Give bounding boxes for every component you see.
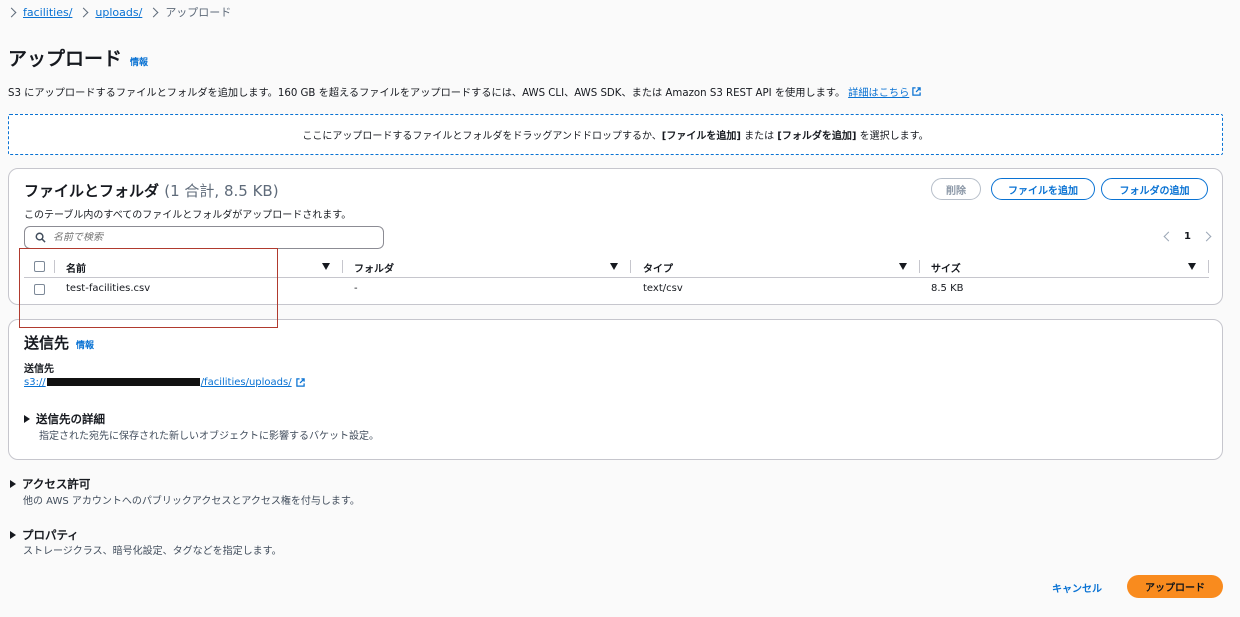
sort-icon[interactable]	[610, 263, 618, 270]
files-title-text: ファイルとフォルダ	[24, 182, 160, 200]
pagination: 1	[1163, 231, 1212, 242]
permissions-toggle[interactable]: アクセス許可	[10, 476, 90, 492]
page-number[interactable]: 1	[1184, 231, 1191, 242]
caret-right-icon	[10, 531, 16, 539]
properties-desc: ストレージクラス、暗号化設定、タグなどを指定します。	[23, 546, 282, 557]
file-dropzone[interactable]: ここにアップロードするファイルとフォルダをドラッグアンドドロップするか、 [ファ…	[8, 114, 1223, 155]
info-link[interactable]: 情報	[130, 55, 148, 68]
chevron-right-icon	[78, 7, 89, 17]
url-prefix: s3://	[24, 377, 46, 388]
column-header-size[interactable]: サイズ	[931, 260, 961, 275]
delete-button[interactable]: 削除	[931, 178, 981, 200]
files-panel-title: ファイルとフォルダ (1 合計, 8.5 KB)	[24, 180, 279, 201]
column-separator	[342, 260, 343, 273]
breadcrumb-current: アップロード	[165, 6, 232, 19]
dropzone-text: ここにアップロードするファイルとフォルダをドラッグアンドドロップするか、	[302, 131, 662, 142]
learn-more-link[interactable]: 詳細はこちら	[848, 84, 909, 99]
properties-toggle[interactable]: プロパティ	[10, 527, 79, 543]
dropzone-add-files: [ファイルを追加]	[661, 131, 741, 142]
page-title-row: アップロード 情報	[8, 44, 148, 71]
permissions-desc: 他の AWS アカウントへのパブリックアクセスとアクセス権を付与します。	[23, 496, 360, 507]
add-files-button[interactable]: ファイルを追加	[991, 178, 1095, 200]
breadcrumb-facilities[interactable]: facilities/	[23, 6, 72, 19]
page-description: S3 にアップロードするファイルとフォルダを追加します。160 GB を超えるフ…	[8, 84, 921, 99]
destination-info-link[interactable]: 情報	[76, 338, 94, 351]
previous-page-icon[interactable]	[1163, 231, 1174, 242]
sort-icon[interactable]	[899, 263, 907, 270]
destination-url[interactable]: s3:// /facilities/uploads/	[24, 377, 305, 388]
properties-title: プロパティ	[22, 528, 79, 542]
files-panel-subtitle: このテーブル内のすべてのファイルとフォルダがアップロードされます。	[24, 210, 352, 221]
caret-right-icon	[24, 415, 30, 423]
url-suffix: /facilities/uploads/	[200, 377, 292, 388]
dropzone-text-middle: または	[740, 131, 778, 142]
column-separator	[630, 260, 631, 273]
add-folder-button[interactable]: フォルダの追加	[1101, 178, 1208, 200]
breadcrumb-uploads[interactable]: uploads/	[95, 6, 142, 19]
cancel-button[interactable]: キャンセル	[1052, 580, 1102, 595]
caret-right-icon	[10, 480, 16, 488]
dropzone-text-suffix: を選択します。	[856, 131, 929, 142]
column-header-folder[interactable]: フォルダ	[354, 260, 394, 275]
column-separator	[919, 260, 920, 273]
highlight-box	[19, 248, 278, 328]
external-link-icon	[295, 378, 305, 387]
destination-panel: 送信先 情報 送信先 s3:// /facilities/uploads/ 送信先…	[8, 319, 1223, 460]
destination-details-desc: 指定された宛先に保存された新しいオブジェクトに影響するバケット設定。	[39, 431, 379, 442]
cell-size: 8.5 KB	[931, 283, 964, 294]
destination-title-row: 送信先 情報	[24, 332, 94, 353]
column-separator	[1208, 260, 1209, 273]
external-link-icon	[912, 87, 921, 96]
cell-folder: -	[354, 283, 358, 294]
sort-icon[interactable]	[1188, 263, 1196, 270]
next-page-icon[interactable]	[1201, 231, 1212, 242]
dropzone-add-folder: [フォルダを追加]	[777, 131, 857, 142]
breadcrumb: facilities/ uploads/ アップロード	[6, 4, 232, 20]
page-title: アップロード	[8, 48, 123, 70]
destination-details-toggle[interactable]: 送信先の詳細	[24, 411, 105, 427]
search-box[interactable]	[24, 226, 384, 249]
column-header-type[interactable]: タイプ	[643, 260, 673, 275]
destination-title: 送信先	[24, 334, 70, 352]
upload-button[interactable]: アップロード	[1127, 575, 1223, 598]
description-text: S3 にアップロードするファイルとフォルダを追加します。160 GB を超えるフ…	[8, 88, 846, 99]
cell-type: text/csv	[643, 283, 683, 294]
redacted-bucket-name	[46, 378, 200, 386]
search-input[interactable]	[53, 232, 353, 243]
destination-details-title: 送信先の詳細	[36, 412, 105, 426]
destination-url-link[interactable]: s3:// /facilities/uploads/	[24, 377, 292, 388]
sort-icon[interactable]	[322, 263, 330, 270]
files-count: (1 合計, 8.5 KB)	[164, 182, 279, 200]
permissions-title: アクセス許可	[22, 477, 91, 491]
chevron-right-icon	[6, 7, 17, 17]
destination-label: 送信先	[24, 364, 54, 375]
search-icon	[35, 232, 46, 243]
chevron-right-icon	[148, 7, 159, 17]
